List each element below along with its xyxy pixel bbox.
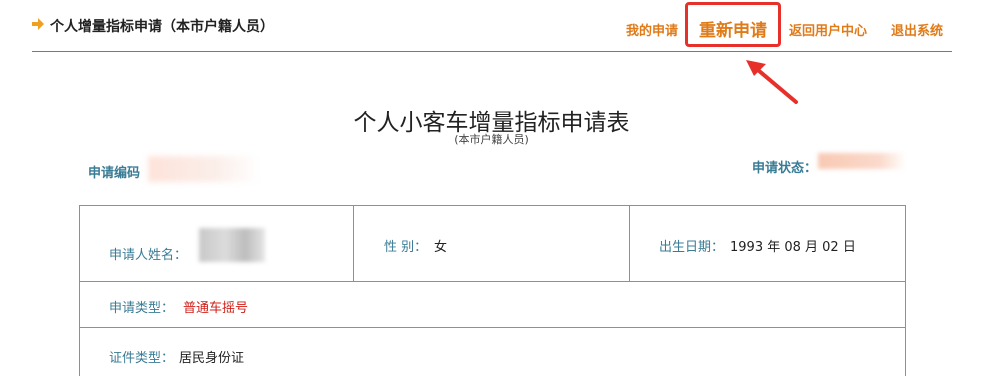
table-col-divider: [629, 206, 630, 281]
application-number-redacted: [148, 156, 260, 182]
gender-value: 女: [434, 240, 448, 255]
table-row-divider: [80, 281, 905, 282]
page-title: 个人增量指标申请（本市户籍人员）: [50, 19, 274, 35]
applicant-name-redacted: [199, 228, 265, 262]
application-status-redacted: [818, 153, 906, 169]
gender-label: 性 别：: [384, 240, 428, 255]
table-col-divider: [353, 206, 354, 281]
pointer-arrow-icon: [746, 60, 798, 104]
id-type-value: 居民身份证: [179, 351, 245, 366]
arrow-right-icon: [32, 18, 44, 30]
form-subtitle: (本市户籍人员): [454, 133, 529, 146]
my-application-link[interactable]: 我的申请: [626, 20, 678, 39]
return-user-center-link[interactable]: 返回用户中心: [789, 20, 867, 39]
highlight-box: [685, 2, 781, 47]
top-bar: 个人增量指标申请（本市户籍人员） 我的申请 重新申请 返回用户中心 退出系统: [0, 0, 983, 52]
application-number-label: 申请编码: [88, 166, 141, 181]
birth-date-label: 出生日期：: [659, 240, 725, 255]
header-divider: [32, 51, 952, 52]
birth-date-value: 1993 年 08 月 02 日: [730, 240, 856, 255]
applicant-name-label: 申请人姓名：: [109, 248, 188, 263]
apply-type-value: 普通车摇号: [183, 301, 249, 316]
logout-link[interactable]: 退出系统: [891, 20, 943, 39]
application-status-label: 申请状态：: [752, 161, 818, 176]
table-row-divider: [80, 327, 905, 328]
id-type-label: 证件类型：: [109, 351, 175, 366]
apply-type-label: 申请类型：: [109, 301, 175, 316]
